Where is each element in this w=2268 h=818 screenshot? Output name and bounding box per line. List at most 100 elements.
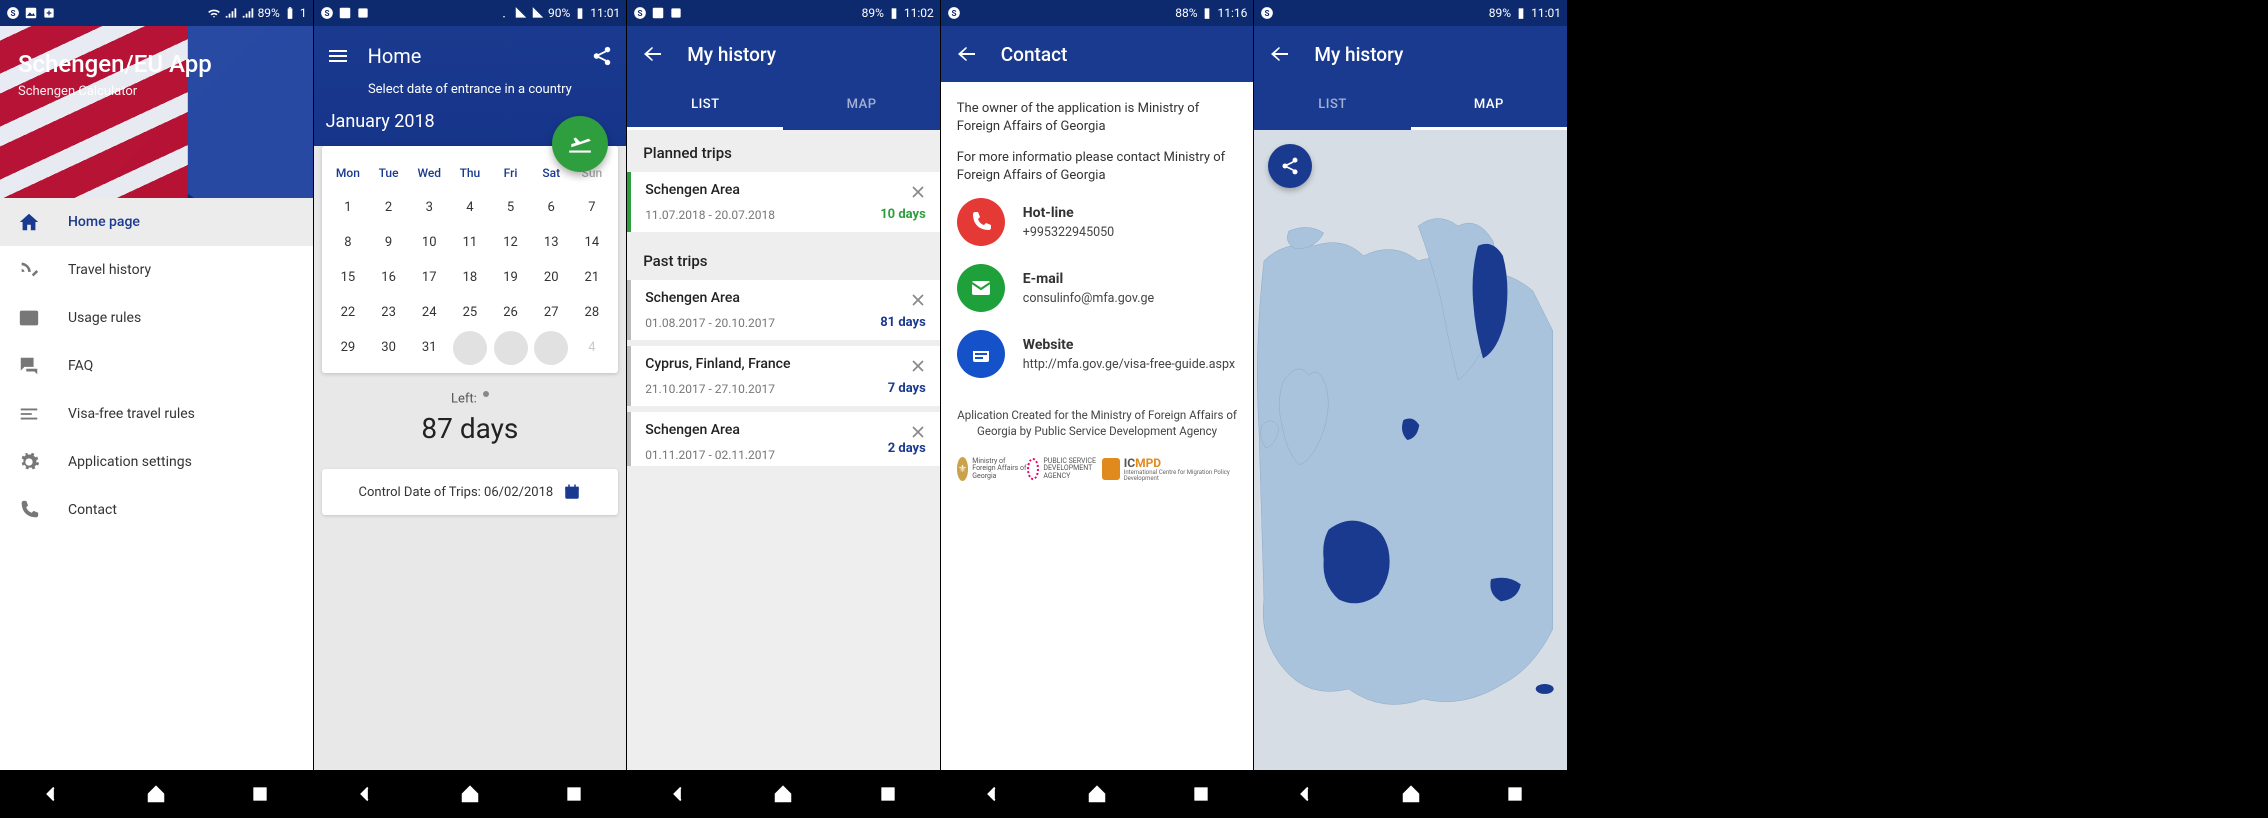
battery-icon	[573, 6, 587, 20]
website-value: http://mfa.gov.ge/visa-free-guide.aspx	[1023, 357, 1235, 372]
share-icon[interactable]	[590, 44, 614, 68]
europe-map[interactable]	[1254, 130, 1567, 770]
day[interactable]	[450, 330, 491, 365]
trip-days: 10 days	[880, 207, 926, 222]
back-arrow-icon[interactable]	[955, 42, 979, 66]
screen-title: My history	[687, 43, 776, 66]
day[interactable]: 19	[490, 260, 531, 295]
day[interactable]: 31	[409, 330, 450, 365]
nav-back[interactable]	[38, 780, 66, 808]
nav-home[interactable]	[1397, 780, 1425, 808]
day[interactable]: 4	[572, 330, 613, 365]
day[interactable]: 26	[490, 295, 531, 330]
day[interactable]	[490, 330, 531, 365]
menu-travel-history[interactable]: Travel history	[0, 246, 313, 294]
day[interactable]	[531, 330, 572, 365]
day[interactable]: 17	[409, 260, 450, 295]
day[interactable]: 2	[368, 190, 409, 225]
back-arrow-icon[interactable]	[1268, 42, 1292, 66]
day[interactable]: 3	[409, 190, 450, 225]
tabs: LIST MAP	[627, 82, 940, 130]
menu-usage-rules[interactable]: Usage rules	[0, 294, 313, 342]
contact-email[interactable]: E-mail consulinfo@mfa.gov.ge	[957, 264, 1238, 312]
menu-visa-free[interactable]: Visa-free travel rules	[0, 390, 313, 438]
day[interactable]: 12	[490, 225, 531, 260]
trip-card[interactable]: Schengen Area 01.08.2017 - 20.10.2017 81…	[627, 280, 940, 340]
app-hero: Schengen/EU App Schengen Calculator	[0, 26, 313, 198]
book-icon	[18, 307, 40, 329]
day[interactable]: 15	[328, 260, 369, 295]
menu-label: Usage rules	[68, 310, 141, 326]
day[interactable]: 22	[328, 295, 369, 330]
trip-card[interactable]: Cyprus, Finland, France 21.10.2017 - 27.…	[627, 346, 940, 406]
day[interactable]: 29	[328, 330, 369, 365]
nav-recent[interactable]	[1501, 780, 1529, 808]
day[interactable]: 21	[572, 260, 613, 295]
tab-list[interactable]: LIST	[1254, 82, 1410, 130]
menu-faq[interactable]: FAQ	[0, 342, 313, 390]
close-icon[interactable]	[908, 290, 928, 310]
tabs: LIST MAP	[1254, 82, 1567, 130]
day[interactable]: 16	[368, 260, 409, 295]
day[interactable]: 18	[450, 260, 491, 295]
nav-back[interactable]	[352, 780, 380, 808]
trip-days: 81 days	[880, 315, 926, 330]
day[interactable]: 28	[572, 295, 613, 330]
nav-home[interactable]	[769, 780, 797, 808]
day[interactable]: 24	[409, 295, 450, 330]
day[interactable]: 7	[572, 190, 613, 225]
day[interactable]: 9	[368, 225, 409, 260]
menu-icon[interactable]	[326, 44, 350, 68]
close-icon[interactable]	[908, 422, 928, 442]
close-icon[interactable]	[908, 356, 928, 376]
appbar: Contact	[941, 26, 1254, 82]
tab-list[interactable]: LIST	[627, 82, 783, 130]
day[interactable]: 1	[328, 190, 369, 225]
nav-recent[interactable]	[874, 780, 902, 808]
contact-website[interactable]: Website http://mfa.gov.ge/visa-free-guid…	[957, 330, 1238, 378]
day[interactable]: 11	[450, 225, 491, 260]
status-bar: S 89% 11:01	[1254, 0, 1567, 26]
nav-back[interactable]	[665, 780, 693, 808]
nav-back[interactable]	[979, 780, 1007, 808]
tab-map[interactable]: MAP	[783, 82, 939, 130]
menu-label: Travel history	[68, 262, 151, 278]
day[interactable]: 14	[572, 225, 613, 260]
nav-back[interactable]	[1292, 780, 1320, 808]
day[interactable]: 4	[450, 190, 491, 225]
trip-card[interactable]: Schengen Area 01.11.2017 - 02.11.2017 2 …	[627, 412, 940, 466]
nav-home[interactable]	[456, 780, 484, 808]
signal2-icon	[531, 6, 545, 20]
plus-icon	[42, 6, 56, 20]
tab-map[interactable]: MAP	[1411, 82, 1567, 130]
day[interactable]: 20	[531, 260, 572, 295]
section-past: Past trips	[627, 238, 940, 280]
control-date[interactable]: Control Date of Trips: 06/02/2018	[322, 469, 619, 515]
contact-hotline[interactable]: Hot-line +995322945050	[957, 198, 1238, 246]
map-svg	[1254, 130, 1567, 770]
app-subtitle: Schengen Calculator	[18, 84, 295, 99]
trip-card[interactable]: Schengen Area 11.07.2018 - 20.07.2018 10…	[627, 172, 940, 232]
nav-recent[interactable]	[560, 780, 588, 808]
close-icon[interactable]	[908, 182, 928, 202]
menu-contact[interactable]: Contact	[0, 486, 313, 534]
menu-home[interactable]: Home page	[0, 198, 313, 246]
day[interactable]: 13	[531, 225, 572, 260]
menu-settings[interactable]: Application settings	[0, 438, 313, 486]
website-label: Website	[1023, 337, 1235, 353]
nav-recent[interactable]	[1187, 780, 1215, 808]
nav-home[interactable]	[1083, 780, 1111, 808]
day[interactable]: 10	[409, 225, 450, 260]
day[interactable]: 30	[368, 330, 409, 365]
day[interactable]: 27	[531, 295, 572, 330]
add-trip-fab[interactable]	[552, 116, 608, 172]
day[interactable]: 5	[490, 190, 531, 225]
day[interactable]: 6	[531, 190, 572, 225]
day[interactable]: 25	[450, 295, 491, 330]
day[interactable]: 23	[368, 295, 409, 330]
nav-recent[interactable]	[246, 780, 274, 808]
day[interactable]: 8	[328, 225, 369, 260]
calendar[interactable]: Mon Tue Wed Thu Fri Sat Sun 1 2 3 4 5 6 …	[322, 146, 619, 373]
back-arrow-icon[interactable]	[641, 42, 665, 66]
nav-home[interactable]	[142, 780, 170, 808]
